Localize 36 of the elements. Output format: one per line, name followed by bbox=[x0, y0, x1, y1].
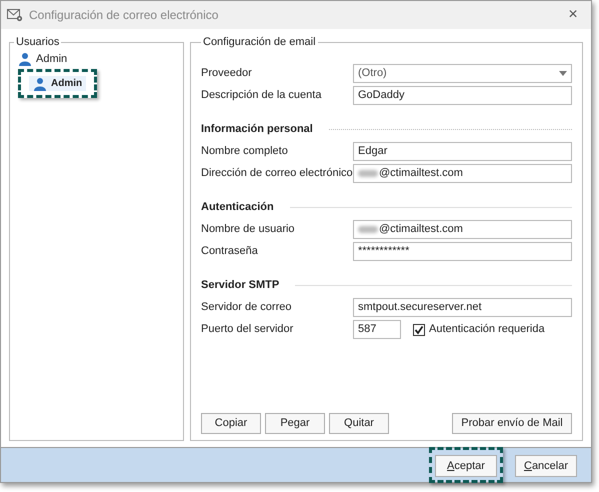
input-field[interactable]: @ctimailtest.com bbox=[353, 164, 572, 183]
provider-dropdown[interactable]: (Otro) bbox=[353, 64, 572, 83]
group-title: Usuarios bbox=[15, 35, 60, 50]
section-heading: Información personal bbox=[201, 122, 313, 138]
checkbox[interactable] bbox=[413, 324, 425, 336]
field-label: Nombre de usuario bbox=[201, 222, 296, 238]
dropdown-arrow-icon bbox=[559, 71, 567, 76]
field-label: Contraseña bbox=[201, 244, 259, 260]
input-field[interactable]: smtpout.secureserver.net bbox=[353, 298, 572, 317]
section-heading: Autenticación bbox=[201, 200, 274, 216]
field-label: Nombre completo bbox=[201, 144, 289, 160]
field-label: Proveedor bbox=[201, 66, 253, 82]
input-field[interactable]: @ctimailtest.com bbox=[353, 220, 572, 239]
close-button[interactable]: × bbox=[561, 7, 585, 23]
user-icon bbox=[18, 52, 32, 66]
field-label: Descripción de la cuenta bbox=[201, 88, 322, 104]
user-icon bbox=[33, 76, 47, 90]
field-label: Dirección de correo electrónico bbox=[201, 166, 353, 182]
checkbox-label: Autenticación requerida bbox=[429, 322, 545, 338]
dialog-button[interactable]: Cancelar bbox=[515, 455, 577, 478]
input-field[interactable]: GoDaddy bbox=[353, 86, 572, 105]
tree-item[interactable]: Admin bbox=[36, 50, 68, 67]
port-field[interactable]: 587 bbox=[353, 320, 401, 339]
field-label: Servidor de correo bbox=[201, 300, 292, 316]
section-heading: Servidor SMTP bbox=[201, 278, 280, 294]
input-field[interactable]: Edgar bbox=[353, 142, 572, 161]
field-label: Puerto del servidor bbox=[201, 322, 294, 338]
dialog-button[interactable]: Aceptar bbox=[435, 455, 497, 478]
input-field[interactable]: ************ bbox=[353, 242, 572, 261]
action-button[interactable]: Copiar bbox=[201, 413, 261, 434]
action-button[interactable]: Quitar bbox=[329, 413, 389, 434]
action-button[interactable]: Pegar bbox=[265, 413, 325, 434]
group-title: Configuración de email bbox=[202, 35, 317, 50]
test-mail-button[interactable]: Probar envío de Mail bbox=[452, 413, 572, 434]
window-title: Configuración de correo electrónico bbox=[29, 7, 220, 24]
mail-settings-icon bbox=[7, 8, 23, 22]
